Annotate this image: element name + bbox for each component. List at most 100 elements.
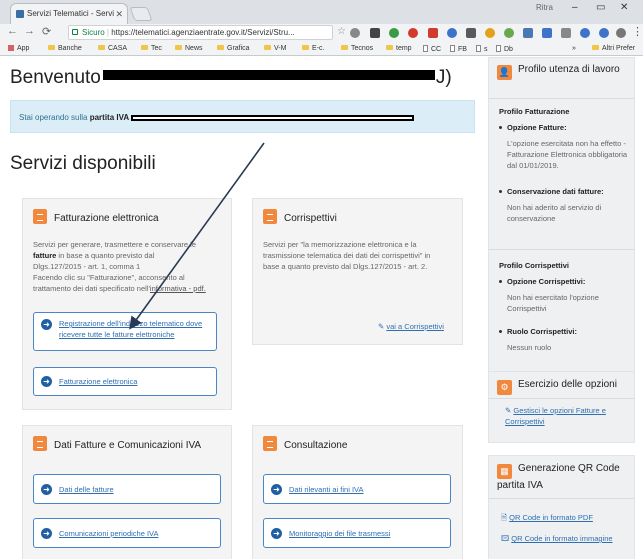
reload-icon[interactable]: ⟳ <box>42 25 51 38</box>
bookmark-folder[interactable]: CASA <box>98 45 127 52</box>
opzione-fatture-label: Opzione Fatture: <box>507 123 567 132</box>
bookmark-folder[interactable]: E-c. <box>302 45 324 52</box>
minimize-icon[interactable]: – <box>572 2 578 13</box>
extension-icon[interactable] <box>523 28 533 38</box>
gear-icon: ⚙ <box>497 380 512 395</box>
welcome-heading: Benvenuto J) <box>10 67 452 88</box>
ruolo-corrispettivi-value: Nessun ruolo <box>507 343 552 352</box>
bookmark-folder[interactable]: Grafica <box>217 45 250 52</box>
panel-dati-fatture: Dati Fatture e Comunicazioni IVA ➜ Dati … <box>22 425 232 559</box>
folder-icon <box>264 45 271 50</box>
partita-iva-alert: Stai operando sulla partita IVA <box>10 100 475 133</box>
arrow-circle-right-icon: ➜ <box>271 484 282 495</box>
bookmark-folder[interactable]: Tec <box>141 45 162 52</box>
bookmark-star-icon[interactable]: ☆ <box>337 26 346 37</box>
secure-label: Sicuro <box>82 28 105 37</box>
qr-code-box: ▦ Generazione QR Code partita IVA 🗎 QR Co… <box>488 455 635 559</box>
monitoraggio-file-button[interactable]: ➜ Monitoraggio dei file trasmessi <box>263 518 451 548</box>
address-bar[interactable]: Sicuro | https://telematici.agenziaentra… <box>68 25 333 40</box>
gestisci-opzioni-link[interactable]: ✎ Gestisci le opzioni Fatture e Corrispe… <box>505 405 628 427</box>
user-icon: 👤 <box>497 65 512 80</box>
bookmark-folder[interactable]: V-M <box>264 45 286 52</box>
extension-icon[interactable] <box>428 28 438 38</box>
folder-icon <box>302 45 309 50</box>
bookmark-page[interactable]: FB <box>450 45 467 53</box>
extension-icon[interactable] <box>389 28 399 38</box>
extension-icon[interactable] <box>370 28 380 38</box>
menu-icon[interactable]: ⋮ <box>632 25 643 38</box>
arrow-circle-right-icon: ➜ <box>41 484 52 495</box>
dati-delle-fatture-button[interactable]: ➜ Dati delle fatture <box>33 474 221 504</box>
extension-icon[interactable] <box>504 28 514 38</box>
bookmark-page[interactable]: s <box>476 45 488 53</box>
dati-rilevanti-iva-button[interactable]: ➜ Dati rilevanti ai fini IVA <box>263 474 451 504</box>
favicon-icon <box>16 10 24 18</box>
extension-icon[interactable] <box>580 28 590 38</box>
folder-icon <box>217 45 224 50</box>
extension-icon[interactable] <box>561 28 571 38</box>
extension-icon[interactable] <box>447 28 457 38</box>
divider <box>489 398 634 399</box>
panel-title: Corrispettivi <box>263 209 337 224</box>
bookmark-other[interactable]: Altri Prefer <box>592 45 635 52</box>
extension-icon[interactable] <box>542 28 552 38</box>
panel-description: Servizi per generare, trasmettere e cons… <box>33 240 206 293</box>
folder-icon <box>175 45 182 50</box>
profilo-title: 👤 Profilo utenza di lavoro <box>497 63 630 80</box>
bookmark-folder[interactable]: temp <box>386 45 412 52</box>
vai-a-corrispettivi-link[interactable]: ✎ vai a Corrispettivi <box>378 322 444 331</box>
bullet <box>499 280 502 283</box>
image-icon: 🖾 <box>501 534 512 543</box>
profile-icon[interactable] <box>616 28 626 38</box>
extension-icon[interactable] <box>350 28 360 38</box>
maximize-icon[interactable]: ▭ <box>596 2 605 13</box>
extension-icon[interactable] <box>408 28 418 38</box>
profilo-fatturazione-heading: Profilo Fatturazione <box>499 107 570 116</box>
fatturazione-elettronica-button[interactable]: ➜ Fatturazione elettronica <box>33 367 217 396</box>
informativa-link[interactable]: informativa - pdf. <box>150 284 206 293</box>
redaction-bar <box>102 70 435 80</box>
opzione-fatture-value: L'opzione esercitata non ha effetto - Fa… <box>507 139 628 170</box>
document-icon <box>33 209 47 224</box>
document-icon <box>33 436 47 451</box>
bookmarks-overflow[interactable]: » <box>572 45 576 52</box>
forward-icon[interactable]: → <box>24 25 35 37</box>
qr-pdf-link[interactable]: 🗎 QR Code in formato PDF <box>501 512 628 523</box>
conservazione-label: Conservazione dati fatture: <box>507 187 604 196</box>
qr-image-link[interactable]: 🖾 QR Code in formato immagine <box>501 533 628 544</box>
profilo-corrispettivi-heading: Profilo Corrispettivi <box>499 261 570 270</box>
folder-icon <box>592 45 599 50</box>
new-tab-button[interactable] <box>129 7 153 21</box>
bookmark-folder[interactable]: Tecnos <box>341 45 373 52</box>
qr-code-icon: ▦ <box>497 464 512 479</box>
extension-icon[interactable] <box>485 28 495 38</box>
divider <box>489 98 634 99</box>
page-content: Benvenuto J) Stai operando sulla partita … <box>0 57 643 559</box>
arrow-circle-right-icon: ➜ <box>271 528 282 539</box>
apps-icon <box>8 45 14 51</box>
panel-corrispettivi: Corrispettivi Servizi per "la memorizzaz… <box>252 198 463 345</box>
opzione-corrispettivi-label: Opzione Corrispettivi: <box>507 277 586 286</box>
folder-icon <box>141 45 148 50</box>
extension-icon[interactable] <box>466 28 476 38</box>
arrow-circle-right-icon: ➜ <box>41 319 52 330</box>
tab-close-icon[interactable]: ✕ <box>115 4 123 24</box>
bookmark-apps[interactable]: App <box>8 45 29 52</box>
registrazione-indirizzo-button[interactable]: ➜ Registrazione dell'indirizzo telematic… <box>33 312 217 351</box>
bookmark-folder[interactable]: News <box>175 45 203 52</box>
back-icon[interactable]: ← <box>7 25 18 37</box>
browser-toolbar: ← → ⟳ Sicuro | https://telematici.agenzi… <box>0 24 643 42</box>
close-window-icon[interactable]: ✕ <box>620 2 628 13</box>
browser-tab[interactable]: Servizi Telematici - Servi ✕ <box>10 3 128 24</box>
bookmark-page[interactable]: CC <box>423 45 441 53</box>
bookmark-folder[interactable]: Banche <box>48 45 82 52</box>
bullet <box>499 330 502 333</box>
tab-title: Servizi Telematici - Servi <box>27 9 114 18</box>
redaction-box <box>131 115 415 121</box>
panel-description: Servizi per "la memorizzazione elettroni… <box>263 240 431 271</box>
bookmark-page[interactable]: Db <box>496 45 513 53</box>
extension-icon[interactable] <box>599 28 609 38</box>
divider <box>489 498 634 499</box>
comunicazioni-periodiche-iva-button[interactable]: ➜ Comunicazioni periodiche IVA <box>33 518 221 548</box>
document-icon <box>263 209 277 224</box>
